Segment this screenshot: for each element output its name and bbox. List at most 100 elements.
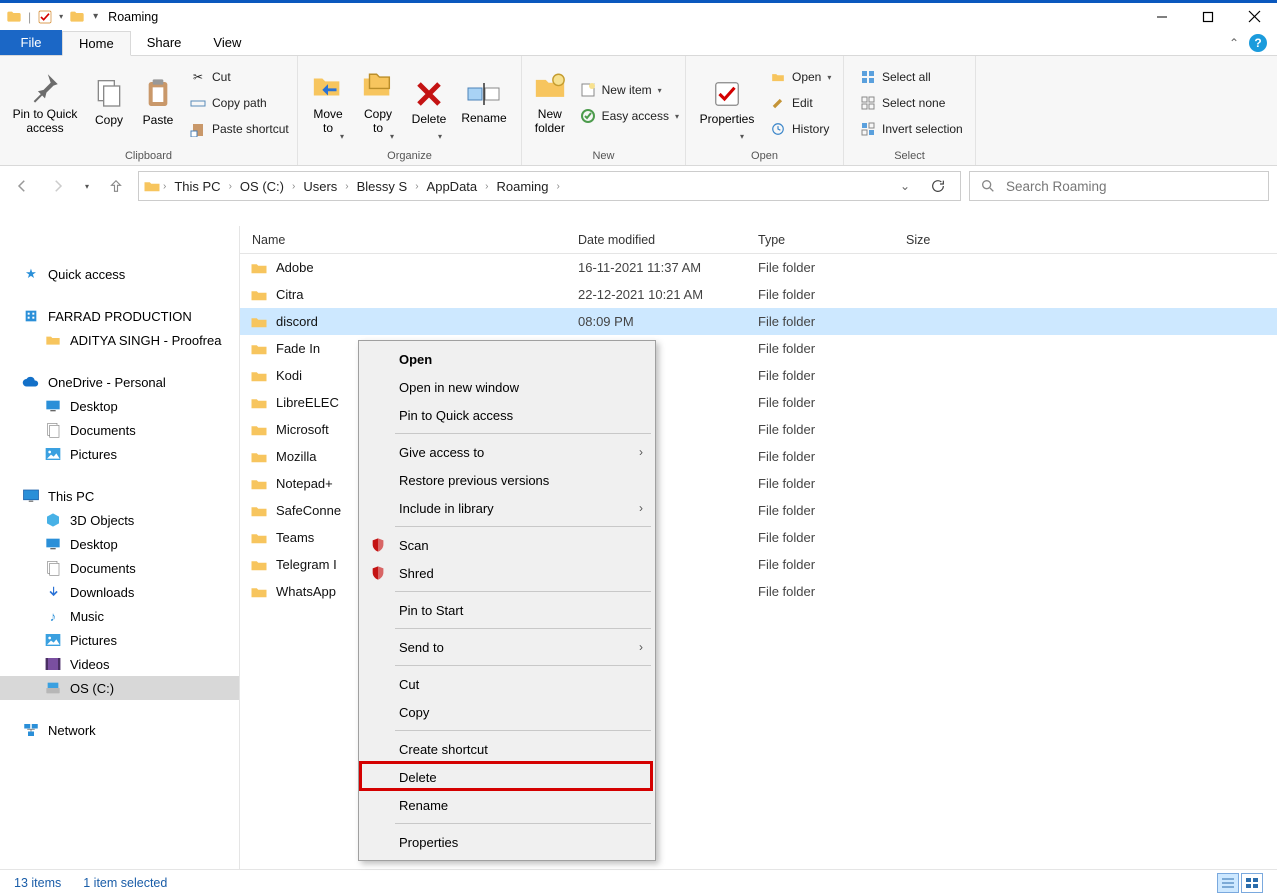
file-name: Kodi xyxy=(276,368,302,383)
tree-od-pictures[interactable]: Pictures xyxy=(0,442,239,466)
videos-icon xyxy=(44,655,62,673)
col-name[interactable]: Name xyxy=(240,233,566,247)
chevron-right-icon[interactable]: › xyxy=(292,181,295,192)
chevron-right-icon[interactable]: › xyxy=(229,181,232,192)
chevron-right-icon[interactable]: › xyxy=(485,181,488,192)
tree-osc[interactable]: OS (C:) xyxy=(0,676,239,700)
tree-desktop[interactable]: Desktop xyxy=(0,532,239,556)
tab-view[interactable]: View xyxy=(197,30,257,55)
address-dropdown[interactable]: ⌄ xyxy=(892,179,918,193)
help-icon[interactable]: ? xyxy=(1249,34,1267,52)
maximize-button[interactable] xyxy=(1185,2,1231,31)
new-item-button[interactable]: New item ▾ xyxy=(580,79,679,101)
ctx-scan[interactable]: Scan xyxy=(361,531,653,559)
tree-quick-access[interactable]: ★Quick access xyxy=(0,262,239,286)
search-box[interactable]: Search Roaming xyxy=(969,171,1269,201)
tree-documents[interactable]: Documents xyxy=(0,556,239,580)
col-size[interactable]: Size xyxy=(894,233,984,247)
tree-3d[interactable]: 3D Objects xyxy=(0,508,239,532)
ctx-open-new[interactable]: Open in new window xyxy=(361,373,653,401)
delete-button[interactable]: Delete▾ xyxy=(404,63,454,143)
paste-button[interactable]: Paste xyxy=(134,63,182,143)
tree-network[interactable]: Network xyxy=(0,718,239,742)
crumb-osc[interactable]: OS (C:) xyxy=(234,179,290,194)
col-date[interactable]: Date modified xyxy=(566,233,746,247)
ribbon-tabs: File Home Share View ⌃ ? xyxy=(0,30,1277,56)
ctx-pin-start[interactable]: Pin to Start xyxy=(361,596,653,624)
minimize-button[interactable] xyxy=(1139,2,1185,31)
tab-home[interactable]: Home xyxy=(62,31,131,56)
chevron-right-icon[interactable]: › xyxy=(345,181,348,192)
crumb-users[interactable]: Users xyxy=(297,179,343,194)
qat-overflow[interactable]: ▾ xyxy=(93,11,98,22)
file-row[interactable]: Adobe16-11-2021 11:37 AMFile folder xyxy=(240,254,1277,281)
pin-quick-access-button[interactable]: Pin to Quick access xyxy=(6,63,84,143)
select-none-button[interactable]: Select none xyxy=(860,92,963,114)
tree-music[interactable]: ♪Music xyxy=(0,604,239,628)
ctx-copy[interactable]: Copy xyxy=(361,698,653,726)
back-button[interactable] xyxy=(8,172,36,200)
crumb-appdata[interactable]: AppData xyxy=(421,179,484,194)
tree-thispc[interactable]: This PC xyxy=(0,484,239,508)
tree-od-documents[interactable]: Documents xyxy=(0,418,239,442)
tree-onedrive[interactable]: OneDrive - Personal xyxy=(0,370,239,394)
ctx-shred[interactable]: Shred xyxy=(361,559,653,587)
new-folder-button[interactable]: New folder xyxy=(528,63,572,143)
ctx-delete[interactable]: Delete xyxy=(361,763,653,791)
edit-button[interactable]: Edit xyxy=(770,92,831,114)
tree-od-desktop[interactable]: Desktop xyxy=(0,394,239,418)
copy-path-button[interactable]: Copy path xyxy=(190,92,289,114)
chevron-right-icon[interactable]: › xyxy=(557,181,560,192)
tree-farrad[interactable]: FARRAD PRODUCTION xyxy=(0,304,239,328)
qat-folder-icon[interactable] xyxy=(69,9,85,25)
tab-share[interactable]: Share xyxy=(131,30,198,55)
view-large-button[interactable] xyxy=(1241,873,1263,893)
properties-button[interactable]: Properties▾ xyxy=(692,63,762,143)
close-button[interactable] xyxy=(1231,2,1277,31)
chevron-right-icon[interactable]: › xyxy=(163,181,166,192)
ctx-properties[interactable]: Properties xyxy=(361,828,653,856)
tree-pictures[interactable]: Pictures xyxy=(0,628,239,652)
recent-dropdown[interactable]: ▾ xyxy=(80,172,94,200)
ctx-open[interactable]: Open xyxy=(361,345,653,373)
crumb-blessy[interactable]: Blessy S xyxy=(351,179,414,194)
select-all-button[interactable]: Select all xyxy=(860,66,963,88)
ctx-restore[interactable]: Restore previous versions xyxy=(361,466,653,494)
ctx-cut[interactable]: Cut xyxy=(361,670,653,698)
rename-button[interactable]: Rename xyxy=(456,63,512,143)
ribbon-collapse-icon[interactable]: ⌃ xyxy=(1229,36,1239,50)
refresh-button[interactable] xyxy=(920,178,956,194)
cut-button[interactable]: ✂Cut xyxy=(190,66,289,88)
move-to-button[interactable]: Move to▾ xyxy=(304,63,352,143)
ctx-include-lib[interactable]: Include in library› xyxy=(361,494,653,522)
address-bar[interactable]: › This PC› OS (C:)› Users› Blessy S› App… xyxy=(138,171,961,201)
ctx-give-access[interactable]: Give access to› xyxy=(361,438,653,466)
copy-button[interactable]: Copy xyxy=(86,63,132,143)
chevron-right-icon[interactable]: › xyxy=(415,181,418,192)
crumb-roaming[interactable]: Roaming xyxy=(490,179,554,194)
invert-selection-button[interactable]: Invert selection xyxy=(860,118,963,140)
ctx-pin-quick[interactable]: Pin to Quick access xyxy=(361,401,653,429)
file-row[interactable]: discord08:09 PMFile folder xyxy=(240,308,1277,335)
open-button[interactable]: Open ▾ xyxy=(770,66,831,88)
ctx-rename[interactable]: Rename xyxy=(361,791,653,819)
tree-downloads[interactable]: Downloads xyxy=(0,580,239,604)
view-details-button[interactable] xyxy=(1217,873,1239,893)
qat-dropdown-icon[interactable]: ▾ xyxy=(59,12,63,21)
col-type[interactable]: Type xyxy=(746,233,894,247)
crumb-thispc[interactable]: This PC xyxy=(168,179,226,194)
up-button[interactable] xyxy=(102,172,130,200)
file-row[interactable]: Citra22-12-2021 10:21 AMFile folder xyxy=(240,281,1277,308)
paste-shortcut-button[interactable]: Paste shortcut xyxy=(190,118,289,140)
forward-button[interactable] xyxy=(44,172,72,200)
ctx-send-to[interactable]: Send to› xyxy=(361,633,653,661)
easy-access-button[interactable]: Easy access ▾ xyxy=(580,105,679,127)
ctx-create-shortcut[interactable]: Create shortcut xyxy=(361,735,653,763)
tree-videos[interactable]: Videos xyxy=(0,652,239,676)
history-button[interactable]: History xyxy=(770,118,831,140)
qat-props-icon[interactable] xyxy=(37,9,53,25)
tab-file[interactable]: File xyxy=(0,30,62,55)
copy-to-button[interactable]: Copy to▾ xyxy=(354,63,402,143)
tree-aditya[interactable]: ADITYA SINGH - Proofrea xyxy=(0,328,239,352)
status-item-count: 13 items xyxy=(14,876,61,890)
